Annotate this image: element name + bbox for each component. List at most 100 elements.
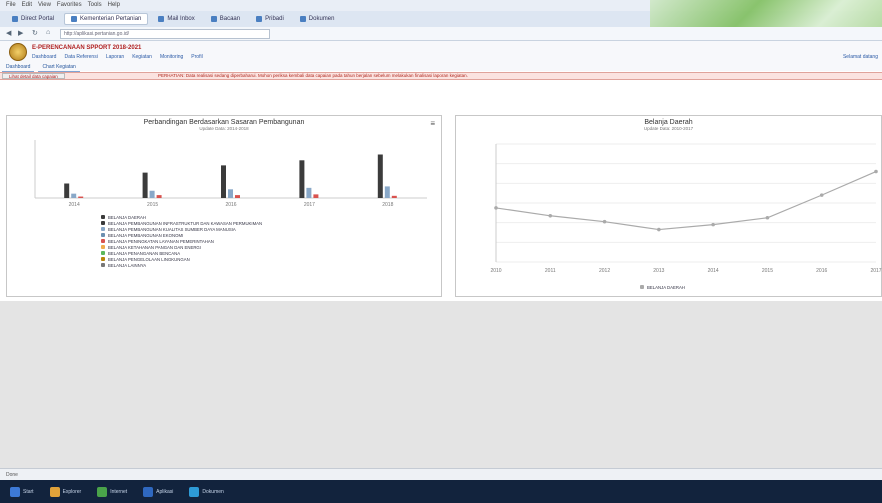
taskbar-label: Explorer [62, 488, 82, 495]
nav-link[interactable]: Data Referensi [64, 54, 97, 60]
browser-tab-label: Mail Inbox [167, 16, 195, 22]
legend-swatch [101, 221, 105, 225]
bar [71, 193, 77, 198]
menu-item[interactable]: Favorites [57, 2, 82, 9]
data-point[interactable] [711, 222, 715, 227]
bar [299, 160, 305, 198]
browser-tab[interactable]: Mail Inbox [152, 13, 200, 25]
taskbar-item[interactable]: Dokumen [185, 485, 227, 499]
browser-tab-label: Pribadi [265, 16, 284, 22]
nav-link[interactable]: Dashboard [32, 54, 56, 60]
browser-tab-label: Kementerian Pertanian [80, 16, 142, 22]
bar [306, 187, 312, 198]
x-tick-label: 2016 [816, 268, 827, 274]
menu-item[interactable]: Edit [22, 2, 32, 9]
browser-tab[interactable]: Direct Portal [6, 13, 60, 25]
taskbar-label: Internet [110, 488, 128, 495]
legend-label: BELANJA PEMBANGUNAN INFRASTRUKTUR DAN KA… [108, 220, 263, 226]
browser-tab-label: Bacaan [219, 16, 241, 22]
data-point[interactable] [765, 215, 770, 220]
data-point[interactable] [494, 206, 498, 210]
x-tick-label: 2013 [653, 268, 664, 274]
legend-label: BELANJA PENGELOLAAN LINGKUNGAN [108, 256, 190, 262]
series-line [495, 170, 877, 231]
taskbar-label: Dokumen [202, 488, 224, 495]
x-tick-label: 2011 [545, 268, 556, 274]
legend-label: BELANJA KETAHANAN PANGAN DAN ENERGI [108, 244, 201, 250]
chart-menu-icon[interactable]: ≡ [430, 119, 435, 128]
nav-link[interactable]: Profil [191, 54, 202, 60]
app-icon [189, 486, 200, 497]
left-chart-subtitle: Update Data: 2014-2018 [199, 126, 249, 131]
bar [313, 194, 319, 198]
x-tick-label: 2016 [225, 202, 236, 208]
user-greeting[interactable]: Selamat datang [843, 54, 878, 60]
data-point[interactable] [874, 169, 878, 174]
legend-swatch [101, 263, 105, 267]
bar [384, 186, 390, 198]
bar [221, 165, 226, 198]
app-subtab[interactable]: Chart Kegiatan [38, 64, 80, 72]
page-icon [299, 16, 306, 22]
app-icon [97, 486, 108, 497]
data-point[interactable] [657, 227, 661, 232]
info-detail-button[interactable]: Lihat detail data capaian [2, 73, 65, 79]
x-tick-label: 2014 [69, 202, 80, 208]
page-icon [210, 16, 217, 22]
browser-tab[interactable]: Kementerian Pertanian [64, 13, 149, 25]
app-nav: Dashboard Data Referensi Laporan Kegiatan Mo… [32, 54, 203, 60]
data-point[interactable] [548, 213, 553, 218]
app-subtab[interactable]: Dashboard [2, 64, 35, 72]
x-tick-label: 2014 [708, 268, 719, 274]
bar [228, 189, 233, 198]
legend-label: BELANJA PENINGKATAN LAYANAN PEMERINTAHAN [108, 238, 214, 244]
x-tick-label: 2018 [382, 202, 393, 208]
legend-label: BELANJA PENANGANAN BENCANA [108, 250, 181, 256]
page-icon [256, 16, 263, 22]
home-icon[interactable]: ⌂ [46, 29, 50, 36]
browser-tab-label: Direct Portal [21, 16, 55, 22]
nav-link[interactable]: Laporan [106, 54, 124, 60]
right-chart-panel: Belanja Daerah Update Data: 2010-2017 20… [455, 115, 882, 297]
menu-item[interactable]: File [6, 2, 16, 9]
url-input[interactable]: http://aplikasi.pertanian.go.id/ [60, 29, 270, 39]
nav-link[interactable]: Kegiatan [132, 54, 152, 60]
legend-swatch [101, 227, 105, 231]
right-chart-legend: BELANJA DAERAH [640, 284, 685, 290]
page-icon [12, 16, 18, 22]
menu-item[interactable]: Tools [88, 2, 102, 9]
bar [391, 195, 397, 198]
bar [156, 195, 162, 198]
browser-tab[interactable]: Pribadi [250, 13, 290, 25]
app-icon [10, 486, 20, 497]
refresh-icon[interactable]: ↻ [32, 29, 38, 37]
browser-tab[interactable]: Dokumen [294, 13, 341, 25]
legend-swatch [101, 215, 105, 219]
legend-label: BELANJA PEMBANGUNAN EKONOMI [108, 232, 184, 238]
menu-item[interactable]: View [38, 2, 51, 9]
data-point[interactable] [602, 219, 607, 224]
x-tick-label: 2012 [599, 268, 610, 274]
taskbar-item[interactable]: Explorer [46, 485, 86, 499]
taskbar-item[interactable]: Internet [93, 485, 131, 499]
app-subtabs: Dashboard Chart Kegiatan [0, 64, 882, 72]
left-chart-legend: BELANJA DAERAH BELANJA PEMBANGUNAN INFRAS… [101, 214, 262, 268]
legend-item[interactable]: BELANJA DAERAH [640, 284, 685, 290]
data-point[interactable] [819, 193, 824, 197]
back-icon[interactable]: ◀ [6, 29, 11, 37]
legend-label: BELANJA DAERAH [647, 284, 685, 290]
x-tick-label: 2017 [870, 268, 881, 274]
legend-item[interactable]: BELANJA PEMBANGUNAN INFRASTRUKTUR DAN KA… [101, 220, 262, 226]
legend-label: BELANJA LAINNYA [108, 262, 147, 268]
menu-item[interactable]: Help [108, 2, 120, 9]
nav-link[interactable]: Monitoring [160, 54, 183, 60]
bar [149, 190, 155, 198]
legend-item[interactable]: BELANJA LAINNYA [101, 262, 262, 268]
browser-tab[interactable]: Bacaan [205, 13, 246, 25]
left-chart-svg: 2014 2015 2016 2017 2018 [34, 140, 427, 208]
forward-icon[interactable]: ▶ [18, 29, 23, 37]
taskbar-item[interactable]: Start [6, 485, 38, 499]
taskbar-item[interactable]: Aplikasi [139, 485, 177, 499]
taskbar-label: Start [23, 488, 34, 495]
browser-tab-label: Dokumen [308, 16, 335, 22]
